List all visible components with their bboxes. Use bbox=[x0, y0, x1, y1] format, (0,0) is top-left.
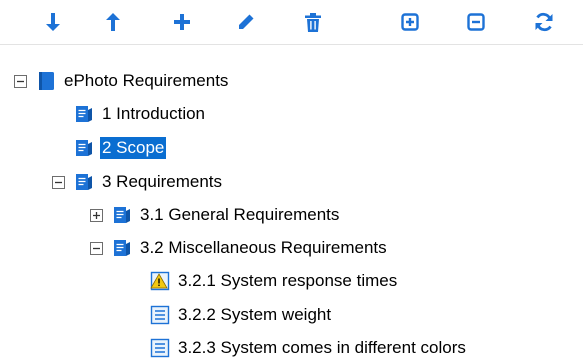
node-label: 3.2.2 System weight bbox=[178, 305, 332, 324]
tree-node-ephoto-requirements[interactable]: ePhoto Requirements bbox=[14, 67, 230, 95]
add-button[interactable] bbox=[165, 7, 199, 37]
node-label-selected: 2 Scope bbox=[100, 137, 167, 159]
node-label: 3.2.1 System response times bbox=[178, 271, 398, 290]
minus-icon bbox=[55, 181, 62, 183]
pencil-icon bbox=[239, 14, 254, 29]
plus-small-icon bbox=[93, 211, 100, 219]
node-label: 3.2 Miscellaneous Requirements bbox=[140, 238, 387, 257]
expand-toggle[interactable] bbox=[90, 208, 103, 222]
expand-all-button[interactable] bbox=[393, 7, 427, 37]
move-up-button[interactable] bbox=[96, 7, 130, 37]
move-down-button[interactable] bbox=[36, 7, 70, 37]
node-label: 1 Introduction bbox=[102, 104, 206, 123]
requirement-icon bbox=[150, 305, 170, 325]
node-label: 3.1 General Requirements bbox=[140, 205, 340, 224]
requirement-icon bbox=[150, 338, 170, 358]
arrow-up-icon bbox=[106, 13, 120, 31]
refresh-icon bbox=[535, 12, 553, 32]
delete-button[interactable] bbox=[296, 7, 330, 37]
minus-icon bbox=[17, 80, 24, 82]
toolbar bbox=[0, 0, 583, 45]
collapse-toggle[interactable] bbox=[52, 175, 65, 189]
book-icon bbox=[36, 71, 56, 91]
collapse-toggle[interactable] bbox=[14, 74, 27, 88]
node-label: 3 Requirements bbox=[102, 172, 223, 191]
tree-node-system-colors[interactable]: 3.2.3 System comes in different colors bbox=[150, 334, 468, 362]
document-icon bbox=[112, 238, 132, 258]
edit-button[interactable] bbox=[229, 7, 263, 37]
tree-node-introduction[interactable]: 1 Introduction bbox=[74, 100, 207, 128]
minus-icon bbox=[93, 247, 100, 249]
tree-node-system-weight[interactable]: 3.2.2 System weight bbox=[150, 301, 333, 329]
node-label: ePhoto Requirements bbox=[64, 71, 229, 90]
trash-icon bbox=[305, 12, 321, 32]
plus-icon bbox=[174, 14, 190, 30]
collapse-all-button[interactable] bbox=[459, 7, 493, 37]
collapse-all-icon bbox=[467, 13, 485, 31]
tree-node-scope[interactable]: 2 Scope bbox=[74, 134, 167, 162]
document-icon bbox=[74, 172, 94, 192]
document-icon bbox=[74, 104, 94, 124]
tree-node-general-requirements[interactable]: 3.1 General Requirements bbox=[90, 201, 341, 229]
arrow-down-icon bbox=[46, 13, 60, 31]
document-icon bbox=[112, 205, 132, 225]
refresh-button[interactable] bbox=[527, 7, 561, 37]
requirement-warning-icon bbox=[150, 271, 170, 291]
tree-node-system-response-times[interactable]: 3.2.1 System response times bbox=[150, 267, 399, 295]
expand-all-icon bbox=[401, 13, 419, 31]
document-icon bbox=[74, 138, 94, 158]
tree-node-miscellaneous-requirements[interactable]: 3.2 Miscellaneous Requirements bbox=[90, 234, 389, 262]
collapse-toggle[interactable] bbox=[90, 241, 103, 255]
tree-node-requirements[interactable]: 3 Requirements bbox=[52, 168, 224, 196]
